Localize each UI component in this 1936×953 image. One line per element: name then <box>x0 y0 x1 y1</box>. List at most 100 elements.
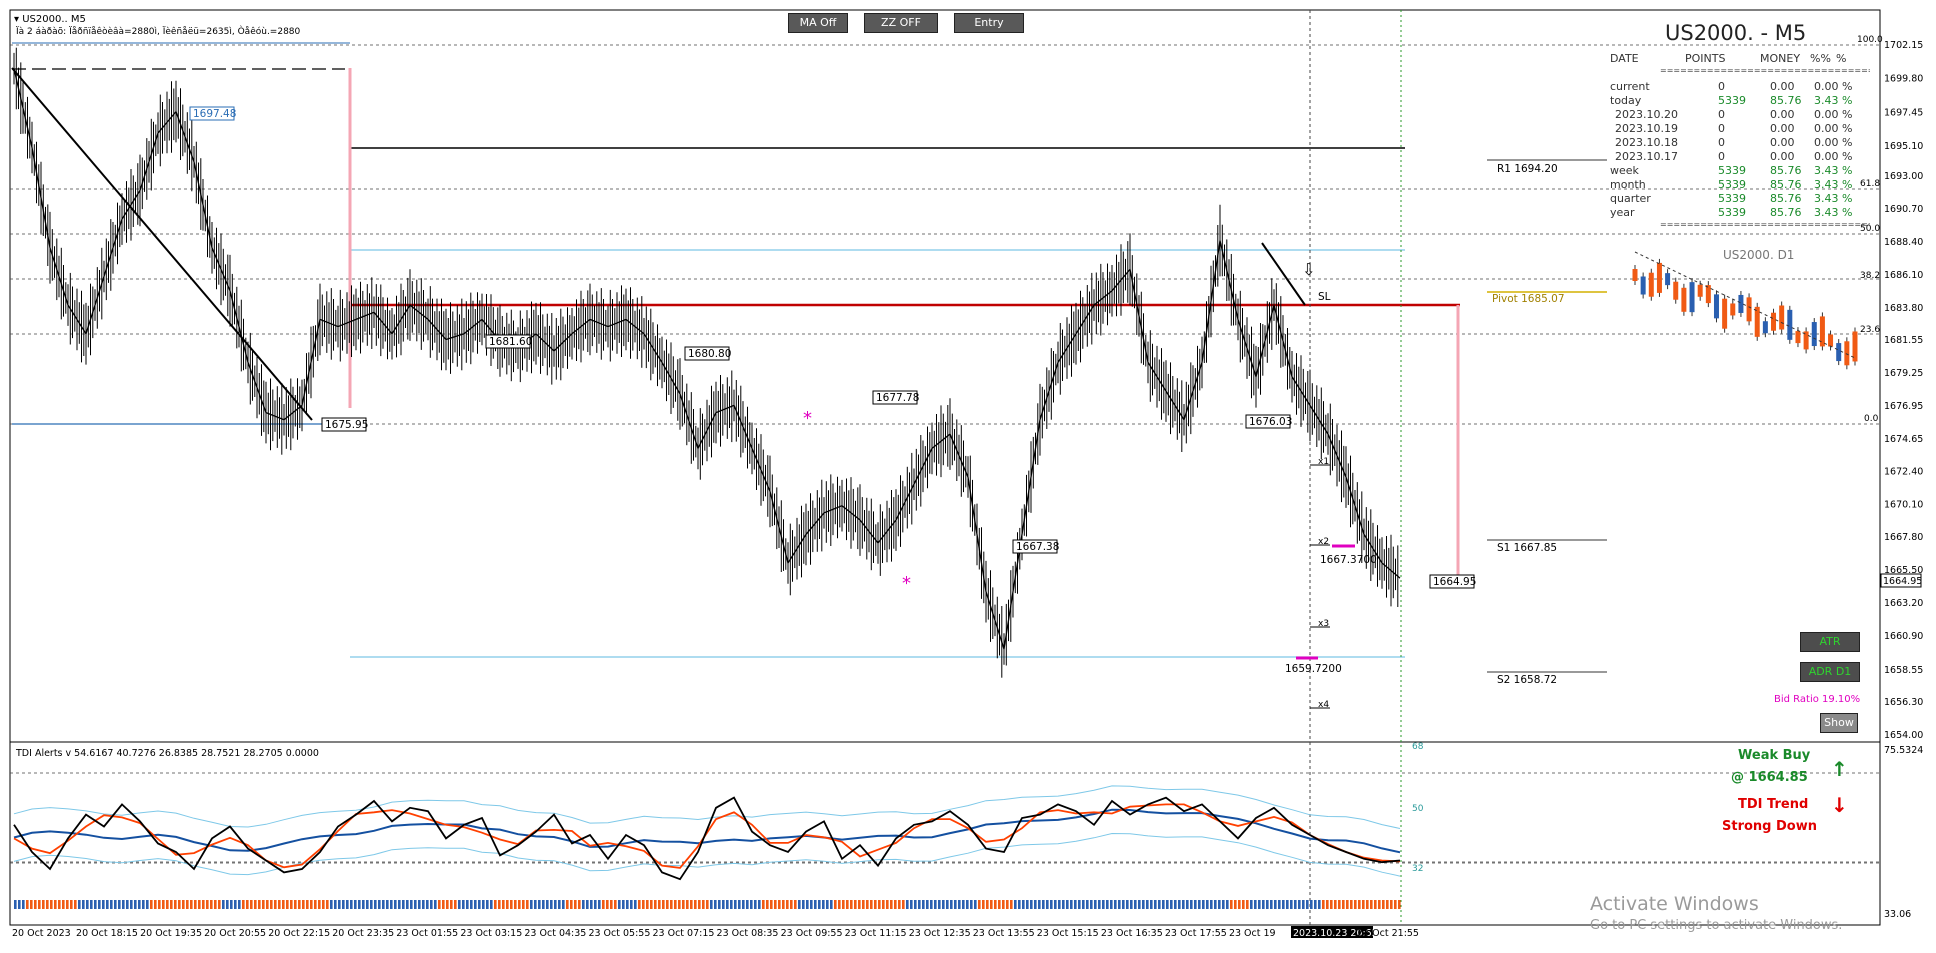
tdi-dot <box>342 900 345 909</box>
tdi-dot <box>718 900 721 909</box>
tdi-dot <box>750 900 753 909</box>
x3-label: x3 <box>1318 619 1329 629</box>
y-tick-label: 1681.55 <box>1884 335 1923 346</box>
tdi-dot <box>1250 900 1253 909</box>
tdi-dot <box>1154 900 1157 909</box>
tdi-dot <box>1178 900 1181 909</box>
tdi-dot <box>714 900 717 909</box>
daily-candle-body <box>1795 331 1801 344</box>
table-cell: today <box>1610 94 1642 107</box>
tdi-dot <box>382 900 385 909</box>
tdi-dot <box>442 900 445 909</box>
table-header-cell: POINTS <box>1685 52 1726 65</box>
x2-label: x2 <box>1318 537 1329 547</box>
tdi-dot <box>834 900 837 909</box>
tdi-dot <box>646 900 649 909</box>
tdi-dot <box>678 900 681 909</box>
tdi-dot <box>626 900 629 909</box>
tdi-dot <box>150 900 153 909</box>
tdi-dot <box>994 900 997 909</box>
label-1680: 1680.80 <box>688 348 731 360</box>
tdi-dot <box>1330 900 1333 909</box>
tdi-dot <box>378 900 381 909</box>
show-button[interactable]: Show <box>1820 713 1858 733</box>
tdi-dot <box>1162 900 1165 909</box>
table-cell: 2023.10.17 <box>1615 150 1678 163</box>
tdi-dot <box>1078 900 1081 909</box>
table-row: 2023.10.19 0 0.00 0.00 % <box>1610 122 1870 136</box>
tdi-dot <box>238 900 241 909</box>
tdi-dot <box>774 900 777 909</box>
ma-toggle-button[interactable]: MA Off <box>788 13 848 33</box>
tdi-dot <box>822 900 825 909</box>
table-cell: 5339 <box>1718 206 1746 219</box>
candle-series <box>13 47 1399 678</box>
tdi-dot <box>850 900 853 909</box>
tdi-dot <box>266 900 269 909</box>
tdi-dot <box>698 900 701 909</box>
tdi-dot <box>262 900 265 909</box>
tdi-dot <box>358 900 361 909</box>
tdi-dot <box>366 900 369 909</box>
zz-toggle-button[interactable]: ZZ OFF <box>864 13 938 33</box>
label-1664: 1664.95 <box>1433 576 1476 588</box>
atr-button[interactable]: ATR <box>1800 632 1860 652</box>
table-row: 2023.10.20 0 0.00 0.00 % <box>1610 108 1870 122</box>
daily-candle-body <box>1697 284 1703 297</box>
tdi-dot <box>966 900 969 909</box>
tdi-dot <box>706 900 709 909</box>
tdi-dot <box>614 900 617 909</box>
menu-caret-icon[interactable]: ▾ <box>14 14 19 25</box>
tdi-dot <box>778 900 781 909</box>
tdi-dot <box>886 900 889 909</box>
tdi-dot <box>802 900 805 909</box>
fib-100: 100.0 <box>1857 35 1883 45</box>
tdi-dot <box>934 900 937 909</box>
fib-236: 23.6 <box>1860 325 1880 335</box>
tdi-dot <box>1366 900 1369 909</box>
tdi-dot <box>862 900 865 909</box>
tdi-dot <box>1182 900 1185 909</box>
tdi-dot <box>294 900 297 909</box>
tdi-dot <box>82 900 85 909</box>
entry-button[interactable]: Entry <box>954 13 1024 33</box>
tdi-dot <box>974 900 977 909</box>
tdi-dot <box>758 900 761 909</box>
tdi-dot <box>394 900 397 909</box>
tdi-dot <box>1390 900 1393 909</box>
table-cell: 0.00 % <box>1814 150 1853 163</box>
tdi-dot <box>530 900 533 909</box>
tdi-dot <box>490 900 493 909</box>
tdi-dot <box>450 900 453 909</box>
tdi-dot <box>446 900 449 909</box>
tdi-dot <box>930 900 933 909</box>
y-tick-label: 1679.25 <box>1884 368 1923 379</box>
tdi-dot <box>742 900 745 909</box>
tdi-dot <box>570 900 573 909</box>
tdi-dot <box>754 900 757 909</box>
tdi-dot <box>30 900 33 909</box>
table-cell: month <box>1610 178 1646 191</box>
tdi-dot <box>1206 900 1209 909</box>
tdi-dot <box>1042 900 1045 909</box>
tdi-dot <box>1170 900 1173 909</box>
tdi-dot <box>346 900 349 909</box>
table-cell: 0.00 % <box>1814 122 1853 135</box>
daily-candle-body <box>1632 269 1638 281</box>
table-cell: 0.00 <box>1770 80 1795 93</box>
x-tick-label: 20 Oct 2023 <box>12 928 71 939</box>
tdi-dot <box>258 900 261 909</box>
x1-label: x1 <box>1318 457 1329 467</box>
tdi-dot <box>1138 900 1141 909</box>
tdi-dot <box>998 900 1001 909</box>
tdi-dot <box>1218 900 1221 909</box>
tdi-dot <box>1310 900 1313 909</box>
tdi-dot <box>1214 900 1217 909</box>
table-cell: current <box>1610 80 1650 93</box>
tdi-dot <box>254 900 257 909</box>
table-cell: 2023.10.20 <box>1615 108 1678 121</box>
daily-candle-body <box>1844 341 1850 366</box>
tdi-dot <box>1190 900 1193 909</box>
adr-button[interactable]: ADR D1 <box>1800 662 1860 682</box>
tdi-dot <box>1174 900 1177 909</box>
